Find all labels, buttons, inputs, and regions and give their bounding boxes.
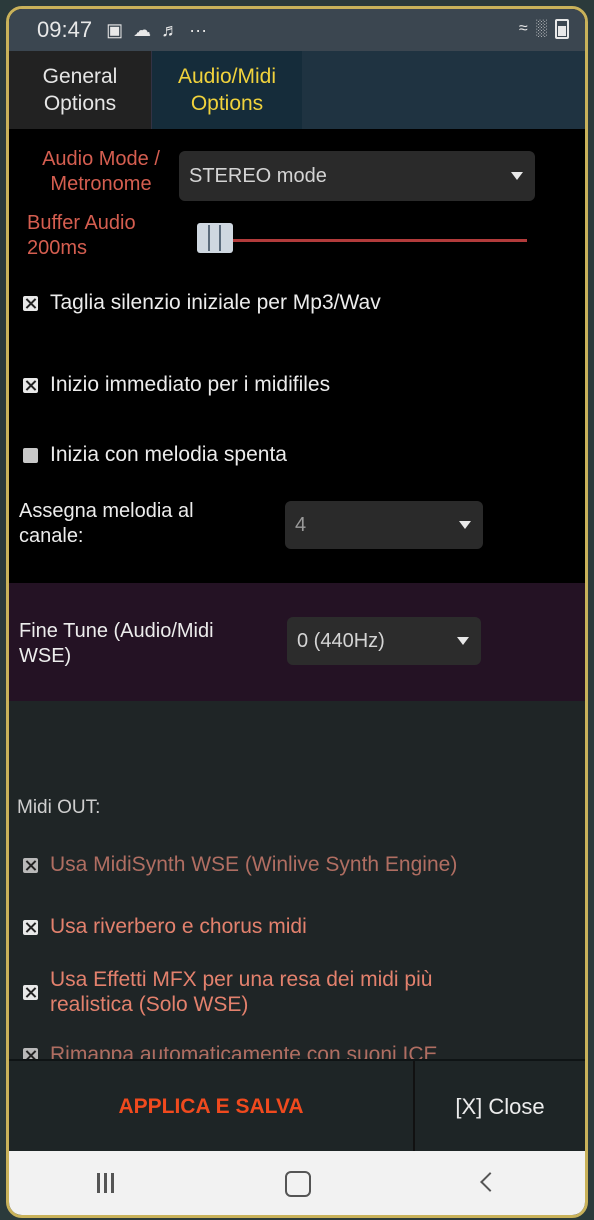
- midi-out-heading: Midi OUT:: [17, 797, 101, 818]
- melody-channel-label: Assegna melodia al canale:: [19, 499, 194, 549]
- more-dots-icon: ···: [189, 19, 208, 40]
- chevron-down-icon: [457, 637, 469, 645]
- buffer-slider-track[interactable]: [209, 239, 527, 242]
- status-right-icons: ≈ ░: [519, 19, 569, 39]
- fine-tune-line1: Fine Tune (Audio/Midi: [19, 620, 214, 642]
- fine-tune-value: 0 (440Hz): [297, 629, 385, 652]
- status-icons: ▣ ☁ ♬ ···: [106, 20, 207, 41]
- audio-mode-select[interactable]: STEREO mode: [179, 151, 535, 201]
- action-bar: APPLICA E SALVA [X] Close: [9, 1059, 585, 1153]
- midi-out-item-synth[interactable]: Usa MidiSynth WSE (Winlive Synth Engine): [23, 853, 457, 877]
- melody-channel-line1: Assegna melodia al: [19, 500, 194, 522]
- melody-off-label: Inizia con melodia spenta: [50, 443, 287, 466]
- phone-frame: 09:47 ▣ ☁ ♬ ··· ≈ ░ General Options Audi…: [6, 6, 588, 1218]
- mfx-label-line2: realistica (Solo WSE): [50, 993, 249, 1016]
- reverb-chorus-label: Usa riverbero e chorus midi: [50, 915, 307, 938]
- tab-audio-midi-options[interactable]: Audio/Midi Options: [151, 51, 302, 129]
- midi-out-item-reverb[interactable]: Usa riverbero e chorus midi: [23, 915, 307, 939]
- tab-bar: General Options Audio/Midi Options: [9, 51, 585, 129]
- chevron-down-icon: [511, 172, 523, 180]
- battery-icon: [555, 19, 569, 39]
- checkbox-checked-icon[interactable]: [23, 919, 38, 935]
- fine-tune-line2: WSE): [19, 645, 72, 667]
- apply-save-button[interactable]: APPLICA E SALVA: [9, 1061, 415, 1153]
- audio-mode-value: STEREO mode: [189, 164, 327, 187]
- tab-audio-line2: Options: [190, 92, 264, 115]
- checkbox-checked-icon[interactable]: [23, 984, 38, 1000]
- remap-ice-label: Rimappa automaticamente con suoni ICE: [50, 1043, 438, 1059]
- immediate-start-label: Inizio immediato per i midifiles: [50, 373, 331, 396]
- checkbox-checked-icon[interactable]: [23, 857, 38, 873]
- home-icon[interactable]: [267, 1163, 327, 1203]
- midi-out-item-mfx[interactable]: Usa Effetti MFX per una resa dei midi pi…: [23, 967, 432, 1017]
- midi-out-item-remap[interactable]: Rimappa automaticamente con suoni ICE: [23, 1043, 438, 1059]
- audio-mode-label-line1: Audio Mode /: [42, 148, 160, 170]
- option-immediate-start[interactable]: Inizio immediato per i midifiles: [23, 373, 330, 397]
- cloud-icon: ☁: [133, 19, 152, 40]
- midi-synth-label: Usa MidiSynth WSE (Winlive Synth Engine): [50, 853, 458, 876]
- tab-audio-line1: Audio/Midi: [177, 65, 277, 88]
- checkbox-unchecked-icon[interactable]: [23, 447, 38, 463]
- melody-channel-line2: canale:: [19, 525, 84, 547]
- buffer-label-line2: 200ms: [27, 237, 88, 259]
- buffer-slider-thumb[interactable]: [197, 223, 233, 253]
- chevron-down-icon: [459, 521, 471, 529]
- close-button[interactable]: [X] Close: [415, 1061, 585, 1153]
- wifi-icon: ≈: [518, 20, 528, 37]
- checkbox-checked-icon[interactable]: [23, 1047, 38, 1059]
- fine-tune-select[interactable]: 0 (440Hz): [287, 617, 481, 665]
- fine-tune-label: Fine Tune (Audio/Midi WSE): [19, 619, 214, 669]
- buffer-audio-label: Buffer Audio 200ms: [27, 211, 136, 261]
- mfx-label-line1: Usa Effetti MFX per una resa dei midi pi…: [50, 968, 433, 991]
- trim-silence-label: Taglia silenzio iniziale per Mp3/Wav: [50, 291, 381, 314]
- recents-icon[interactable]: [75, 1163, 135, 1203]
- gallery-icon: ▣: [106, 19, 124, 40]
- status-time: 09:47: [37, 17, 93, 42]
- melody-channel-value: 4: [295, 513, 307, 536]
- status-bar: 09:47 ▣ ☁ ♬ ··· ≈ ░: [9, 9, 585, 51]
- back-icon[interactable]: [459, 1163, 519, 1203]
- tab-general-line2: Options: [43, 92, 117, 115]
- app-icon: ♬: [161, 19, 180, 40]
- buffer-label-line1: Buffer Audio: [27, 212, 136, 234]
- android-nav-bar: [9, 1151, 585, 1215]
- option-melody-off[interactable]: Inizia con melodia spenta: [23, 443, 287, 467]
- option-trim-silence[interactable]: Taglia silenzio iniziale per Mp3/Wav: [23, 291, 381, 315]
- tab-general-options[interactable]: General Options: [9, 51, 151, 129]
- checkbox-checked-icon[interactable]: [23, 295, 38, 311]
- audio-mode-label: Audio Mode / Metronome: [27, 147, 175, 197]
- settings-content[interactable]: Audio Mode / Metronome STEREO mode Buffe…: [9, 129, 585, 1059]
- signal-icon: ░: [535, 20, 547, 37]
- melody-channel-select[interactable]: 4: [285, 501, 483, 549]
- tab-general-line1: General: [42, 65, 118, 88]
- audio-mode-label-line2: Metronome: [50, 173, 152, 195]
- checkbox-checked-icon[interactable]: [23, 377, 38, 393]
